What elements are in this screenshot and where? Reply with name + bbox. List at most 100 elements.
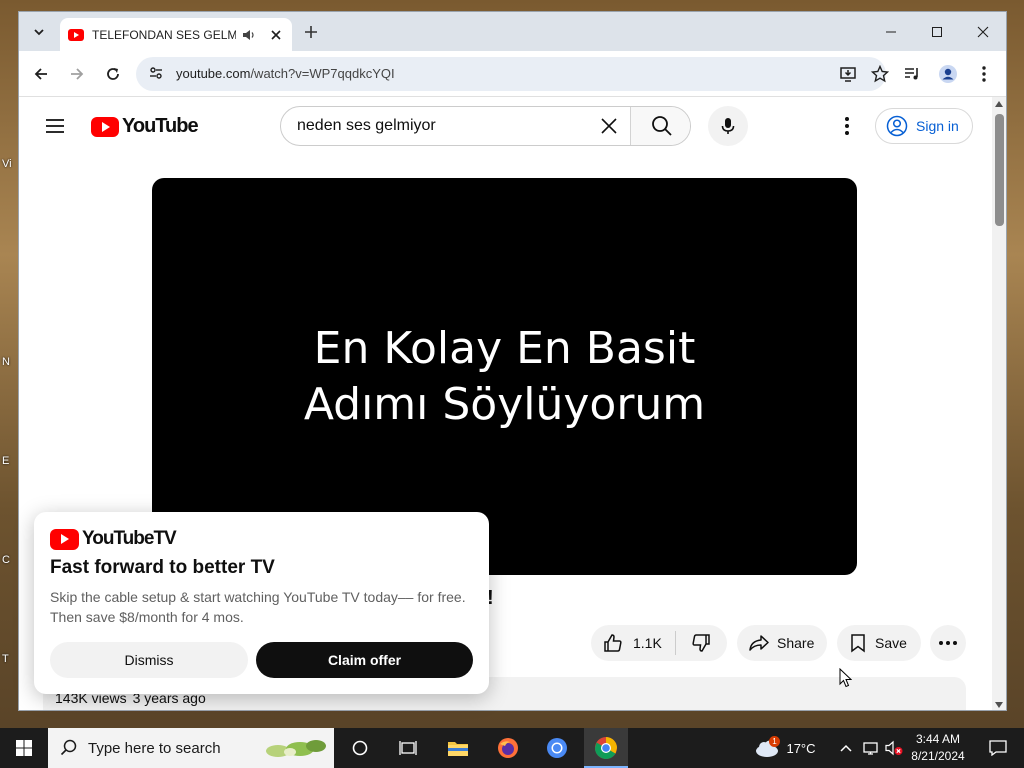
sign-in-label: Sign in — [916, 118, 959, 134]
show-hidden-icons-button[interactable] — [837, 728, 855, 768]
vertical-dots-icon — [845, 117, 849, 135]
taskbar-search-placeholder: Type here to search — [88, 739, 221, 757]
notifications-button[interactable] — [978, 728, 1018, 768]
video-frame-text: En Kolay En Basit Adımı Söylüyorum — [304, 321, 705, 433]
back-button[interactable] — [29, 62, 53, 86]
search-button[interactable] — [630, 107, 690, 145]
search-input[interactable] — [281, 107, 630, 145]
search-icon — [60, 739, 77, 756]
account-circle-icon — [886, 115, 908, 137]
like-dislike-group: 1.1K — [591, 625, 727, 661]
speaker-icon[interactable] — [242, 28, 256, 42]
chromium-button[interactable] — [537, 728, 577, 768]
dismiss-button[interactable]: Dismiss — [50, 642, 248, 678]
bookmark-star-icon[interactable] — [870, 64, 890, 88]
promo-heading: Fast forward to better TV — [50, 557, 275, 578]
scroll-down-arrow-icon[interactable] — [995, 702, 1003, 708]
firefox-button[interactable] — [488, 728, 528, 768]
file-explorer-button[interactable] — [438, 728, 478, 768]
search-icon — [651, 116, 672, 136]
close-window-button[interactable] — [960, 12, 1006, 51]
clear-search-icon[interactable] — [597, 114, 621, 138]
youtube-logo-text: YouTube — [122, 115, 199, 137]
page-scrollbar[interactable] — [992, 97, 1006, 710]
share-button[interactable]: Share — [737, 625, 827, 661]
youtube-tv-logo-text: YouTubeTV — [82, 528, 177, 549]
close-tab-icon[interactable] — [270, 29, 282, 41]
task-view-button[interactable] — [388, 728, 428, 768]
desktop-icon-label: C — [2, 554, 10, 566]
desktop-icon-label: T — [2, 653, 9, 665]
maximize-button[interactable] — [914, 12, 960, 51]
site-info-icon[interactable] — [148, 65, 164, 86]
tab-search-button[interactable] — [27, 20, 51, 44]
folder-icon — [448, 742, 468, 756]
volume-button[interactable] — [884, 728, 904, 768]
clock-time: 3:44 AM — [915, 732, 961, 746]
save-button[interactable]: Save — [837, 625, 921, 661]
plus-icon — [305, 26, 317, 38]
browser-tab[interactable]: TELEFONDAN SES GELMİYOR — [60, 18, 292, 51]
save-label: Save — [875, 635, 907, 651]
network-status-button[interactable] — [860, 728, 882, 768]
desktop-icon-label: E — [2, 455, 10, 467]
guide-menu-button[interactable] — [43, 114, 67, 138]
like-button[interactable]: 1.1K — [591, 625, 675, 661]
tab-strip: TELEFONDAN SES GELMİYOR — [19, 12, 1006, 51]
new-tab-button[interactable] — [301, 22, 321, 42]
start-button[interactable] — [0, 728, 48, 768]
youtube-tv-promo-dialog: YouTubeTV Fast forward to better TV Skip… — [34, 512, 489, 694]
youtube-play-icon — [91, 116, 119, 137]
share-label: Share — [777, 635, 815, 651]
temperature-text: 17°C — [786, 740, 816, 756]
address-bar[interactable]: youtube.com/watch?v=WP7qqdkcYQI — [136, 57, 890, 91]
taskbar-clock[interactable]: 3:44 AM 8/21/2024 — [902, 731, 974, 765]
claim-offer-button[interactable]: Claim offer — [256, 642, 473, 678]
vertical-dots-icon — [982, 66, 986, 82]
url-text: youtube.com/watch?v=WP7qqdkcYQI — [176, 66, 395, 81]
weather-alert-badge: 1 — [769, 736, 780, 747]
browser-toolbar: youtube.com/watch?v=WP7qqdkcYQI — [19, 51, 1006, 97]
scroll-up-arrow-icon[interactable] — [995, 101, 1003, 107]
thumbs-down-icon — [692, 634, 710, 652]
forward-button[interactable] — [65, 62, 89, 86]
profile-button[interactable] — [936, 62, 960, 86]
like-count: 1.1K — [633, 635, 662, 651]
reload-button[interactable] — [101, 62, 125, 86]
settings-menu-button[interactable] — [835, 114, 859, 138]
voice-search-button[interactable] — [708, 106, 748, 146]
more-actions-button[interactable] — [930, 625, 966, 661]
thumbs-up-icon — [604, 634, 622, 652]
share-arrow-icon — [749, 635, 769, 651]
install-app-icon[interactable] — [839, 65, 857, 88]
desktop-icon-label: Vi — [2, 158, 12, 170]
chrome-button[interactable] — [584, 728, 628, 768]
profile-avatar-icon — [939, 65, 957, 83]
cortana-button[interactable] — [340, 728, 380, 768]
windows-logo-icon — [16, 740, 32, 756]
mouse-cursor-icon — [839, 668, 852, 688]
dislike-button[interactable] — [676, 625, 726, 661]
desktop-icon-label: N — [2, 356, 10, 368]
chevron-up-icon — [840, 744, 852, 752]
arrow-left-icon — [34, 68, 47, 80]
task-view-icon — [399, 741, 417, 755]
arrow-right-icon — [71, 68, 84, 80]
scroll-thumb[interactable] — [995, 114, 1004, 226]
taskbar-search-box[interactable]: Type here to search — [48, 728, 334, 768]
minimize-button[interactable] — [868, 12, 914, 51]
temperature-readout[interactable]: 17°C — [784, 728, 818, 768]
clock-date: 8/21/2024 — [911, 749, 965, 763]
sign-in-button[interactable]: Sign in — [875, 108, 973, 144]
search-highlight-illustration-icon — [266, 740, 326, 757]
browser-menu-button[interactable] — [972, 62, 996, 86]
media-controls-button[interactable] — [900, 62, 924, 86]
url-host: youtube.com — [176, 66, 251, 81]
weather-widget[interactable]: 1 — [752, 728, 782, 768]
promo-body: Skip the cable setup & start watching Yo… — [50, 589, 466, 625]
close-icon — [977, 26, 989, 37]
windows-taskbar: Type here to search 1 17°C 3:44 AM 8/21/… — [0, 728, 1024, 768]
youtube-tv-logo: YouTubeTV — [50, 528, 177, 550]
reload-icon — [107, 68, 119, 80]
youtube-logo[interactable]: YouTube — [91, 115, 199, 138]
